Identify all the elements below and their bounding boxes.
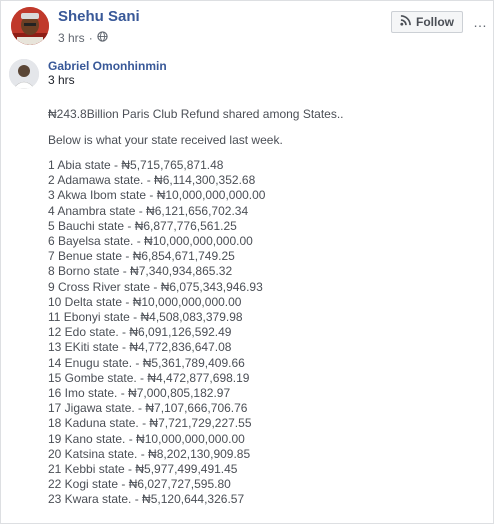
more-options-icon[interactable]: … bbox=[472, 14, 488, 30]
list-item: 11 Ebonyi state - ₦4,508,083,379.98 bbox=[48, 310, 243, 325]
post-card: Shehu Sani 3 hrs · Follow … Gabriel Omon… bbox=[0, 0, 494, 524]
list-item: 16 Imo state. - ₦7,000,805,182.97 bbox=[48, 386, 231, 401]
comment-time[interactable]: 3 hrs bbox=[48, 73, 75, 87]
rss-icon bbox=[400, 15, 411, 29]
comment-body: ₦243.8Billion Paris Club Refund shared a… bbox=[48, 105, 488, 508]
list-item: 20 Katsina state. - ₦8,202,130,909.85 bbox=[48, 446, 251, 461]
list-item: 18 Kaduna state. - ₦7,721,729,227.55 bbox=[48, 416, 252, 431]
post-author-name[interactable]: Shehu Sani bbox=[58, 8, 140, 25]
follow-button[interactable]: Follow bbox=[391, 11, 463, 33]
commenter-name[interactable]: Gabriel Omonhinmin bbox=[48, 59, 167, 73]
list-item: 8 Borno state - ₦7,340,934,865.32 bbox=[48, 264, 233, 279]
list-item: 23 Kwara state. - ₦5,120,644,326.57 bbox=[48, 492, 245, 507]
list-item: 6 Bayelsa state. - ₦10,000,000,000.00 bbox=[48, 234, 253, 249]
commenter-avatar[interactable] bbox=[9, 59, 39, 89]
post-time[interactable]: 3 hrs bbox=[58, 31, 85, 45]
list-item: 7 Benue state - ₦6,854,671,749.25 bbox=[48, 249, 235, 264]
list-item: 4 Anambra state - ₦6,121,656,702.34 bbox=[48, 203, 249, 218]
list-item: 21 Kebbi state - ₦5,977,499,491.45 bbox=[48, 462, 238, 477]
intro-line-2: Below is what your state received last w… bbox=[48, 133, 283, 147]
list-item: 15 Gombe state. - ₦4,472,877,698.19 bbox=[48, 370, 250, 385]
list-item: 9 Cross River state - ₦6,075,343,946.93 bbox=[48, 279, 263, 294]
list-item: 10 Delta state - ₦10,000,000,000.00 bbox=[48, 294, 242, 309]
intro-line: ₦243.8Billion Paris Club Refund shared a… bbox=[48, 107, 344, 121]
list-item: 5 Bauchi state - ₦6,877,776,561.25 bbox=[48, 218, 237, 233]
globe-icon bbox=[97, 31, 108, 45]
list-item: 13 EKiti state - ₦4,772,836,647.08 bbox=[48, 340, 232, 355]
list-item: 14 Enugu state. - ₦5,361,789,409.66 bbox=[48, 355, 245, 370]
post-meta: 3 hrs · bbox=[58, 31, 108, 45]
list-item: 2 Adamawa state. - ₦6,114,300,352.68 bbox=[48, 173, 256, 188]
state-allocation-list: 1 Abia state - ₦5,715,765,871.48 2 Adama… bbox=[48, 158, 488, 508]
follow-label: Follow bbox=[416, 15, 454, 29]
list-item: 17 Jigawa state. - ₦7,107,666,706.76 bbox=[48, 401, 248, 416]
list-item: 12 Edo state. - ₦6,091,126,592.49 bbox=[48, 325, 232, 340]
author-avatar[interactable] bbox=[11, 7, 49, 45]
list-item: 19 Kano state. - ₦10,000,000,000.00 bbox=[48, 431, 245, 446]
list-item: 22 Kogi state - ₦6,027,727,595.80 bbox=[48, 477, 231, 492]
list-item: 3 Akwa Ibom state - ₦10,000,000,000.00 bbox=[48, 188, 266, 203]
meta-separator: · bbox=[88, 31, 93, 45]
list-item: 1 Abia state - ₦5,715,765,871.48 bbox=[48, 158, 224, 172]
